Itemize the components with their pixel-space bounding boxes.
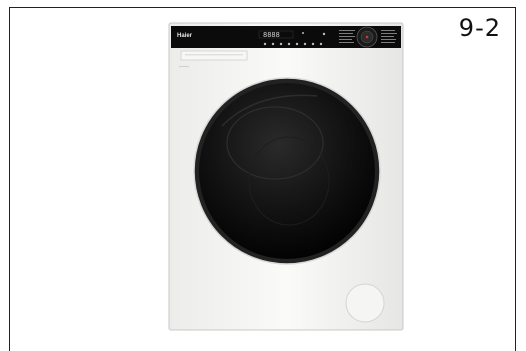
service-hatch-icon[interactable] [345,283,385,323]
drum-door-icon[interactable] [193,77,381,265]
program-dial-icon[interactable] [356,26,378,48]
figure-label: 9-2 [458,14,501,42]
display-digits: 8888 [263,31,280,39]
brand-logo: Haier [177,33,193,39]
capacity-mark [179,66,189,67]
detergent-drawer-icon[interactable] [180,50,248,61]
washing-machine-icon: Haier 8888 [168,22,404,331]
